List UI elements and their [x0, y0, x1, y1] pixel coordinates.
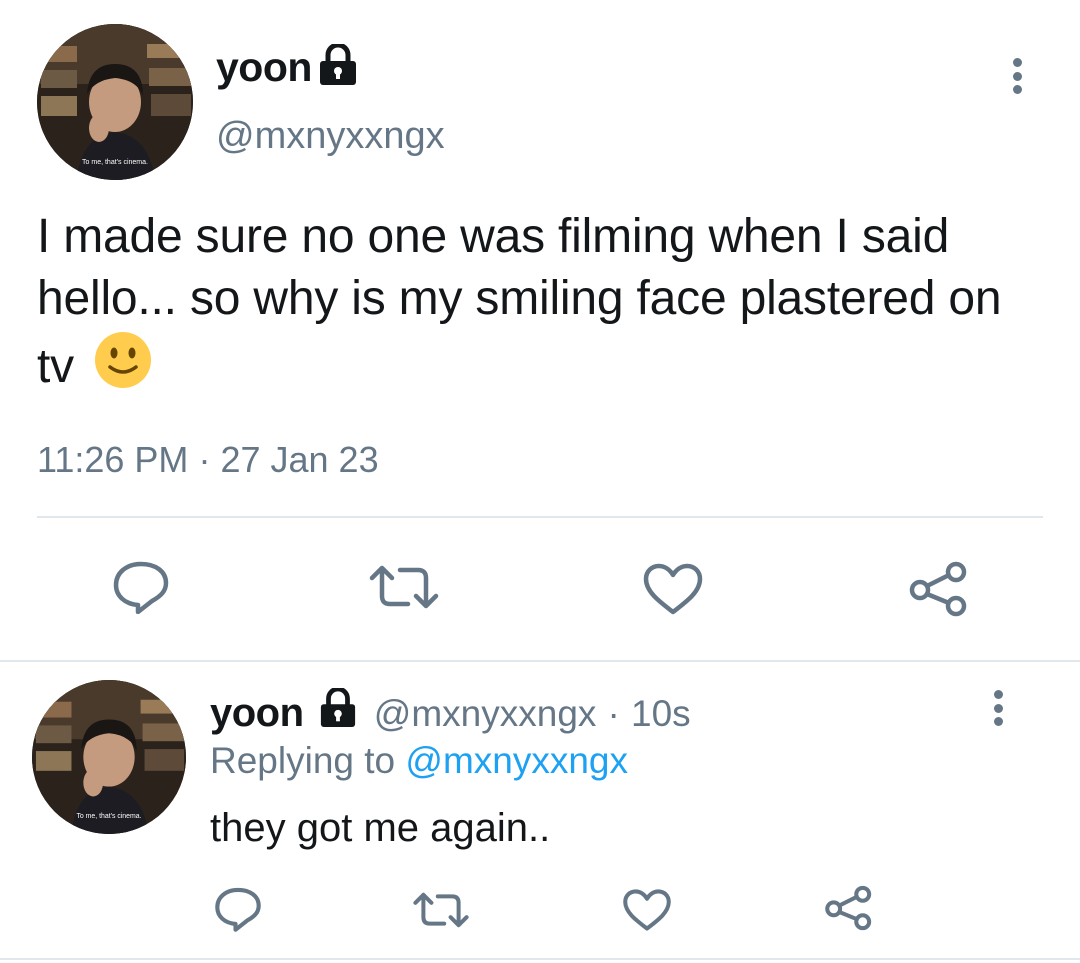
reply-header: yoon @mxnyxxngx · 10s — [210, 688, 691, 738]
bottom-divider — [0, 958, 1080, 960]
like-button[interactable] — [642, 562, 704, 616]
more-icon[interactable] — [1010, 58, 1024, 94]
divider — [37, 516, 1043, 518]
tweet-date: 27 Jan 23 — [220, 439, 379, 480]
retweet-icon — [413, 892, 469, 928]
reply-like-button[interactable] — [622, 888, 672, 932]
share-icon — [825, 885, 872, 931]
avatar-caption: To me, that's cinema. — [82, 159, 148, 166]
meta-separator: · — [198, 439, 211, 480]
lock-icon — [319, 688, 357, 728]
reply-more-icon[interactable] — [991, 690, 1005, 726]
replying-to-handle-link[interactable]: @mxnyxxngx — [405, 740, 628, 781]
avatar-caption: To me, that's cinema. — [76, 813, 141, 820]
reply-text: they got me again.. — [210, 806, 551, 850]
handle[interactable]: @mxnyxxngx — [216, 112, 445, 160]
reply-button[interactable] — [112, 560, 170, 614]
avatar-photo: To me, that's cinema. — [37, 24, 193, 180]
display-name[interactable]: yoon — [216, 40, 312, 94]
tweet-timestamp[interactable]: 11:26 PM · 27 Jan 23 — [37, 438, 379, 482]
retweet-icon — [369, 565, 439, 609]
reply-avatar[interactable]: To me, that's cinema. — [32, 680, 186, 834]
replying-to: Replying to @mxnyxxngx — [210, 738, 628, 784]
reply-reply-button[interactable] — [214, 886, 262, 932]
tweet-text-body: I made sure no one was filming when I sa… — [37, 210, 1002, 393]
replying-to-label: Replying to — [210, 740, 396, 781]
reply-display-name[interactable]: yoon — [210, 691, 304, 735]
reply-handle[interactable]: @mxnyxxngx — [374, 693, 597, 734]
reply-icon — [215, 887, 261, 932]
avatar[interactable]: To me, that's cinema. — [37, 24, 193, 180]
share-icon — [909, 561, 967, 617]
tweet-time: 11:26 PM — [37, 439, 189, 480]
reply-retweet-button[interactable] — [412, 890, 470, 930]
reply-icon — [113, 561, 169, 614]
smiling-face-icon — [93, 330, 153, 406]
reply-share-button[interactable] — [824, 884, 874, 932]
avatar-photo: To me, that's cinema. — [32, 680, 186, 834]
lock-icon — [318, 44, 358, 86]
tweet-text: I made sure no one was filming when I sa… — [37, 206, 1037, 406]
share-button[interactable] — [908, 560, 970, 618]
like-icon — [623, 889, 671, 931]
section-divider — [0, 660, 1080, 662]
reply-age[interactable]: 10s — [631, 693, 691, 734]
meta-separator: · — [607, 693, 620, 734]
retweet-button[interactable] — [368, 562, 440, 612]
like-icon — [643, 563, 703, 615]
